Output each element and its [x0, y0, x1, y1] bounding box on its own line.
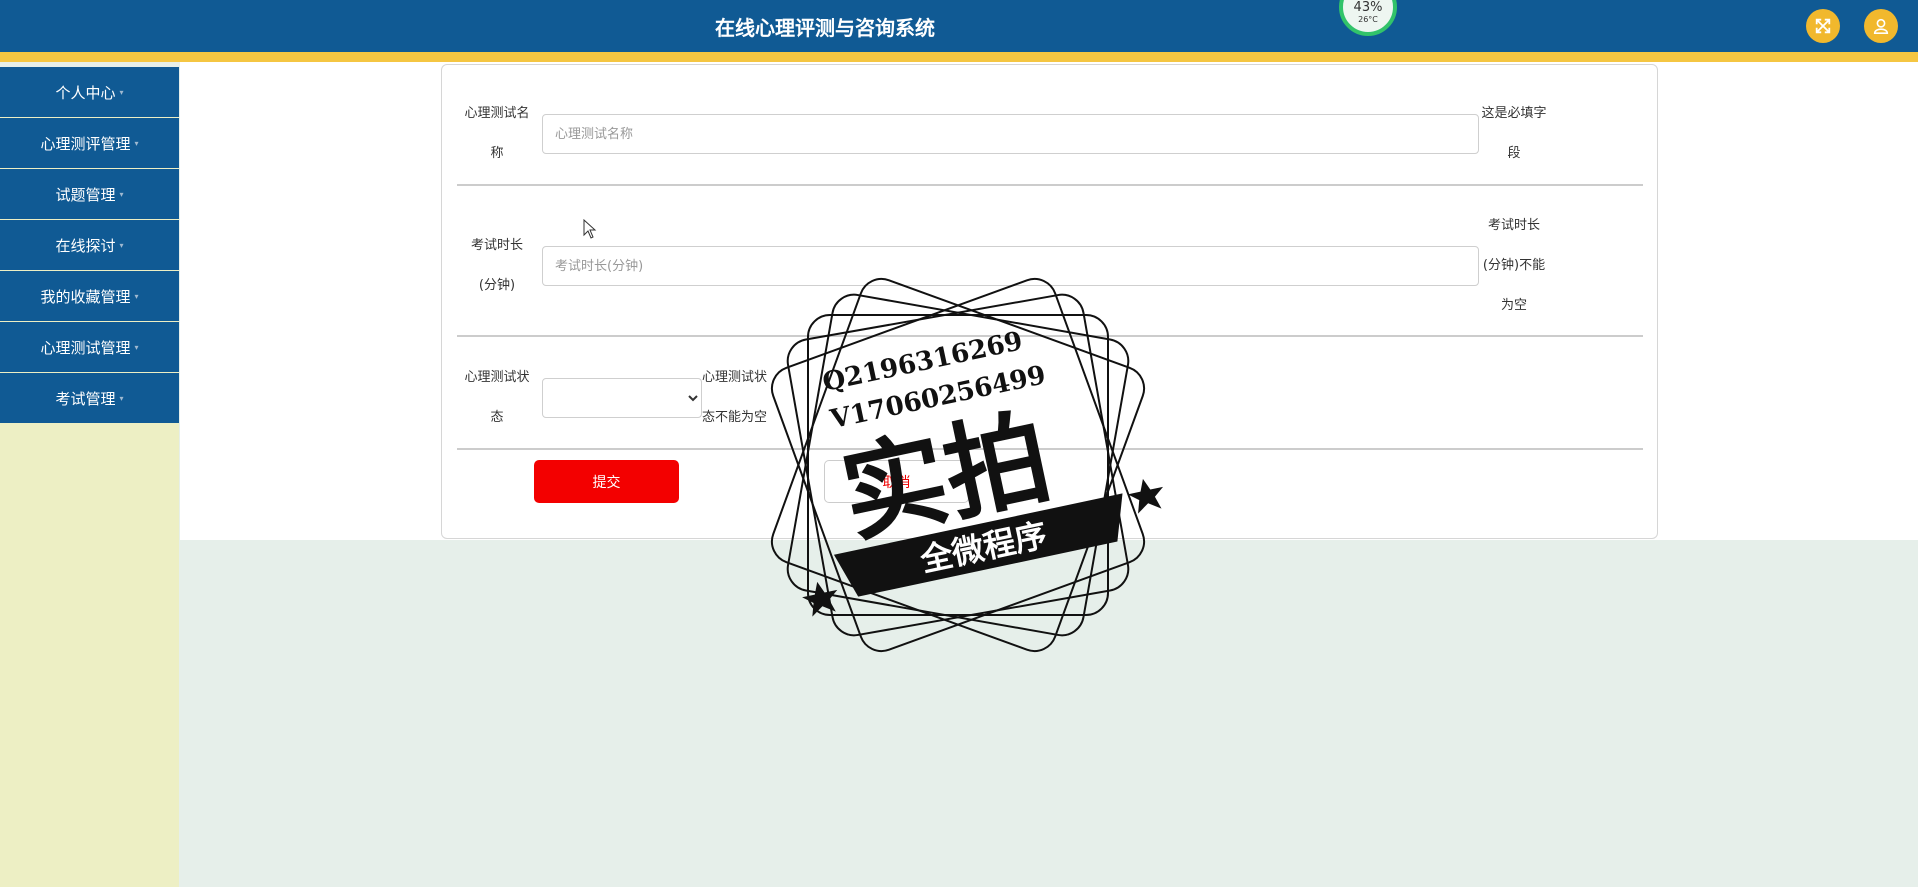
- sidebar-item-label: 我的收藏管理: [40, 287, 131, 306]
- sidebar-item-test-management[interactable]: 心理测试管理 ▾: [0, 322, 179, 372]
- fullscreen-button[interactable]: [1806, 9, 1840, 43]
- sidebar-item-label: 个人中心: [55, 83, 116, 102]
- caret-down-icon: ▾: [134, 138, 139, 148]
- sidebar-item-label: 心理测试管理: [40, 338, 131, 357]
- top-bar-stripe: [0, 52, 1918, 62]
- duration-label: 考试时长 (分钟): [470, 238, 523, 293]
- user-icon: [1873, 18, 1889, 35]
- sidebar-item-personal-center[interactable]: 个人中心 ▾: [0, 67, 179, 117]
- star-icon: [1127, 478, 1164, 514]
- caret-down-icon: ▾: [134, 291, 139, 301]
- user-button[interactable]: [1864, 9, 1898, 43]
- sidebar-item-label: 在线探讨: [55, 236, 116, 255]
- sidebar-item-favorites-management[interactable]: 我的收藏管理 ▾: [0, 271, 179, 321]
- name-label: 心理测试名 称: [464, 106, 530, 161]
- sidebar-item-question-management[interactable]: 试题管理 ▾: [0, 169, 179, 219]
- sidebar-item-label: 心理测评管理: [40, 134, 131, 153]
- sidebar-item-exam-management[interactable]: 考试管理 ▾: [0, 373, 179, 423]
- sidebar-item-label: 考试管理: [55, 389, 116, 408]
- submit-button[interactable]: 提交: [534, 460, 679, 503]
- caret-down-icon: ▾: [119, 87, 124, 97]
- caret-down-icon: ▾: [119, 240, 124, 250]
- mouse-cursor-icon: [583, 219, 597, 239]
- status-percent: 43%: [1353, 0, 1383, 15]
- name-hint: 这是必填字 段: [1481, 106, 1547, 161]
- status-select[interactable]: [542, 378, 702, 418]
- status-label: 心理测试状 态: [464, 370, 530, 425]
- sidebar-item-online-discussion[interactable]: 在线探讨 ▾: [0, 220, 179, 270]
- caret-down-icon: ▾: [119, 393, 124, 403]
- sidebar-item-evaluation-management[interactable]: 心理测评管理 ▾: [0, 118, 179, 168]
- test-name-input[interactable]: [542, 114, 1479, 154]
- row-divider: [457, 184, 1643, 186]
- stamp-watermark: Q2196316269 V17060256499 实拍 全微程序: [770, 277, 1164, 653]
- status-temperature: 26°C: [1358, 15, 1378, 24]
- app-title: 在线心理评测与咨询系统: [715, 16, 935, 40]
- sidebar: 个人中心 ▾ 心理测评管理 ▾ 试题管理 ▾ 在线探讨 ▾ 我的收藏管理 ▾ 心理测试管理…: [0, 67, 179, 887]
- caret-down-icon: ▾: [134, 342, 139, 352]
- sidebar-item-label: 试题管理: [55, 185, 116, 204]
- expand-icon: [1815, 18, 1831, 34]
- duration-hint: 考试时长 (分钟)不能 为空: [1482, 218, 1546, 313]
- caret-down-icon: ▾: [119, 189, 124, 199]
